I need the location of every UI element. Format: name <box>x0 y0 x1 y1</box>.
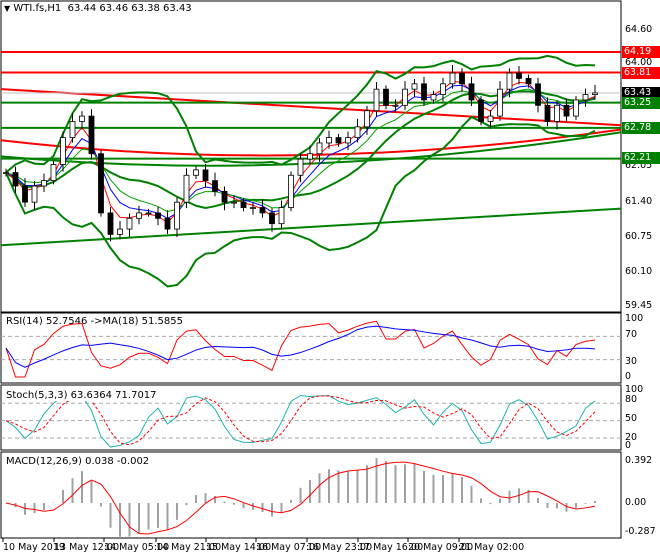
candle-body <box>79 115 85 122</box>
candle-body <box>478 99 484 122</box>
candle-body <box>573 99 579 117</box>
candle-body <box>544 104 551 122</box>
candle-body <box>60 137 66 165</box>
candle-body <box>183 174 190 203</box>
level-tag: 63.81 <box>622 67 660 79</box>
candle-body <box>326 137 332 144</box>
candle-body <box>506 72 513 90</box>
candle-body <box>50 164 57 182</box>
macd-label: MACD(12,26,9) 0.038 -0.002 <box>6 456 150 467</box>
candle-body <box>383 88 389 106</box>
candle-body <box>449 72 456 85</box>
stoch-tick: 0 <box>625 440 632 451</box>
price-tick: 60.10 <box>625 266 653 277</box>
candle-body <box>497 88 503 117</box>
candle-body <box>307 153 313 160</box>
candle-body <box>126 217 133 230</box>
rsi-tick: 100 <box>625 313 644 324</box>
macd-tick: -0.287 <box>625 526 656 537</box>
candle-body <box>250 207 256 209</box>
candle-body <box>468 83 475 101</box>
symbol-label: WTI.fs,H1 <box>13 3 62 14</box>
candle-body <box>582 94 589 101</box>
candle-body <box>174 201 180 230</box>
candle-body <box>259 207 266 214</box>
candle-body <box>392 104 399 107</box>
level-tag: 64.19 <box>622 46 660 58</box>
macd-tick: 0.00 <box>625 497 647 508</box>
stoch-tick: 80 <box>625 394 638 405</box>
candle-body <box>88 115 95 155</box>
candle-body <box>221 190 228 203</box>
stoch-tick: 50 <box>625 413 638 424</box>
candle-body <box>164 217 171 230</box>
candle-body <box>402 88 408 106</box>
candle-body <box>107 212 114 235</box>
candle-body <box>22 185 28 203</box>
chart-window: ▼ WTI.fs,H1 63.44 63.46 63.38 63.43 64.6… <box>0 0 660 560</box>
ohlc-values: 63.44 63.46 63.38 63.43 <box>67 3 192 14</box>
candle-body <box>288 174 294 208</box>
price-tick: 64.60 <box>625 24 653 35</box>
candle-body <box>535 83 541 106</box>
candle-body <box>516 72 522 79</box>
candle-body <box>554 104 560 122</box>
price-tick: 61.40 <box>625 196 653 207</box>
candle-body <box>202 169 209 182</box>
price-tick: 60.75 <box>625 231 653 242</box>
candle-body <box>563 104 570 117</box>
rsi-tick: 70 <box>625 329 638 340</box>
stoch-label: Stoch(5,3,3) 63.6364 71.7017 <box>6 390 157 401</box>
candle-body <box>12 172 19 187</box>
candle-body <box>297 158 304 176</box>
candle-body <box>41 180 47 187</box>
candle-body <box>3 172 9 174</box>
price-tick: 59.45 <box>625 300 653 311</box>
candle-body <box>269 212 275 225</box>
macd-tick: 0.392 <box>625 455 653 466</box>
chart-header: ▼ WTI.fs,H1 63.44 63.46 63.38 63.43 <box>4 3 192 14</box>
candle-body <box>364 110 370 128</box>
candle-body <box>69 121 76 138</box>
candle-body <box>136 212 142 219</box>
level-tag: 62.21 <box>622 152 660 164</box>
candle-body <box>212 180 218 192</box>
candle-body <box>421 83 427 101</box>
collapse-arrow-icon[interactable]: ▼ <box>4 4 10 13</box>
candle-body <box>411 83 418 90</box>
candle-body <box>31 185 38 203</box>
candle-body <box>430 94 437 101</box>
candle-body <box>278 207 285 225</box>
candle-body <box>117 228 123 235</box>
candle-body <box>440 83 446 95</box>
rsi-line <box>5 320 596 378</box>
level-tag: 62.78 <box>622 122 660 134</box>
candle-body <box>487 115 494 122</box>
candle-body <box>525 78 532 85</box>
candle-body <box>373 88 380 112</box>
candle-body <box>345 137 351 144</box>
level-tag: 63.25 <box>622 97 660 109</box>
candle-body <box>145 212 152 215</box>
candle-body <box>193 169 199 176</box>
candle-body <box>98 153 104 214</box>
candle-body <box>231 201 237 204</box>
rsi-tick: 0 <box>625 371 632 382</box>
time-tick: 21 May 02:00 <box>459 542 525 553</box>
candle-body <box>354 126 361 138</box>
rsi-ma-line <box>5 325 596 368</box>
candle-body <box>592 92 598 95</box>
candle-body <box>316 142 323 155</box>
candle-body <box>240 201 247 208</box>
rsi-tick: 30 <box>625 356 638 367</box>
candle-body <box>459 72 465 85</box>
candle-body <box>335 137 342 144</box>
candle-body <box>155 212 161 219</box>
rsi-label: RSI(14) 52.7546 ->MA(18) 51.5855 <box>6 316 183 327</box>
chart-canvas[interactable] <box>0 0 660 560</box>
